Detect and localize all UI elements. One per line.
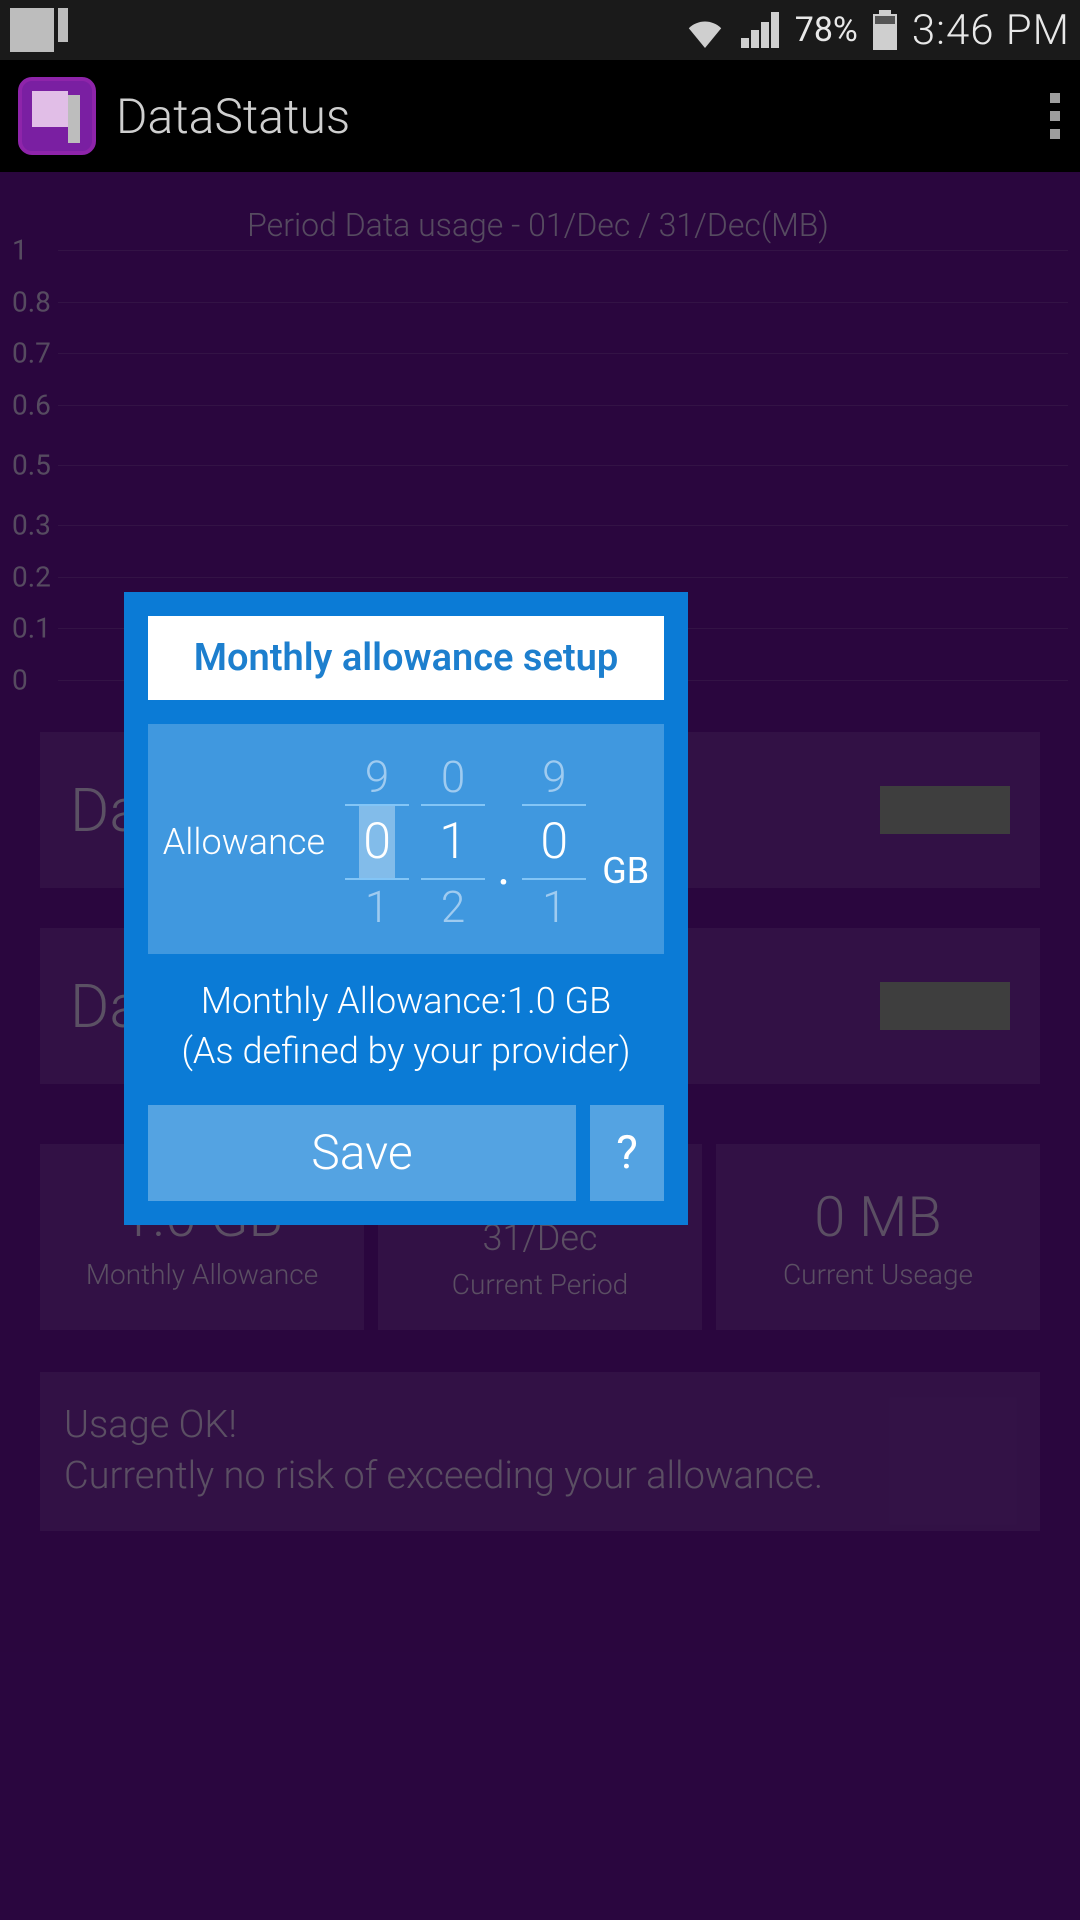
status-left xyxy=(10,8,54,52)
allowance-spinner-tens[interactable]: 9 0 1 xyxy=(345,750,409,934)
signal-icon xyxy=(741,12,781,48)
spinner-current: 0 xyxy=(359,806,395,878)
spinner-prev: 9 xyxy=(542,750,566,804)
spinner-current: 0 xyxy=(540,806,568,878)
dialog-info-line1: Monthly Allowance:1.0 GB xyxy=(148,976,664,1026)
spinner-next: 1 xyxy=(542,880,566,934)
app-bar-left: DataStatus xyxy=(18,77,350,155)
clock: 3:46 PM xyxy=(912,6,1070,55)
overflow-menu-icon[interactable] xyxy=(1050,93,1062,139)
decimal-point: . xyxy=(497,787,510,897)
dialog-info: Monthly Allowance:1.0 GB (As defined by … xyxy=(148,976,664,1077)
battery-percent: 78% xyxy=(795,10,858,50)
save-button[interactable]: Save xyxy=(148,1105,576,1201)
allowance-dialog: Monthly allowance setup Allowance 9 0 1 … xyxy=(124,592,688,1225)
app-content: Period Data usage - 01/Dec / 31/Dec(MB) … xyxy=(0,172,1080,1920)
allowance-spinner-tenths[interactable]: 9 0 1 xyxy=(522,750,586,934)
dialog-title: Monthly allowance setup xyxy=(148,616,664,700)
dialog-actions: Save ? xyxy=(148,1105,664,1201)
spinner-prev: 0 xyxy=(441,750,465,804)
app-icon xyxy=(18,77,96,155)
spinner-next: 2 xyxy=(441,880,465,934)
allowance-unit: GB xyxy=(602,792,649,892)
spinner-prev: 9 xyxy=(365,750,389,804)
allowance-spinner-ones[interactable]: 0 1 2 xyxy=(421,750,485,934)
help-button[interactable]: ? xyxy=(590,1105,664,1201)
wifi-icon xyxy=(683,12,727,48)
spinner-current: 1 xyxy=(439,806,467,878)
status-bar: 78% 3:46 PM xyxy=(0,0,1080,60)
dialog-info-line2: (As defined by your provider) xyxy=(148,1026,664,1076)
picker-label: Allowance xyxy=(163,821,325,863)
app-title: DataStatus xyxy=(116,88,350,145)
status-right: 78% 3:46 PM xyxy=(683,6,1070,55)
notification-icon xyxy=(10,8,54,52)
app-bar: DataStatus xyxy=(0,60,1080,172)
spinner-next: 1 xyxy=(365,880,389,934)
battery-icon xyxy=(872,10,898,50)
allowance-picker: Allowance 9 0 1 0 1 2 . 9 xyxy=(148,724,664,954)
